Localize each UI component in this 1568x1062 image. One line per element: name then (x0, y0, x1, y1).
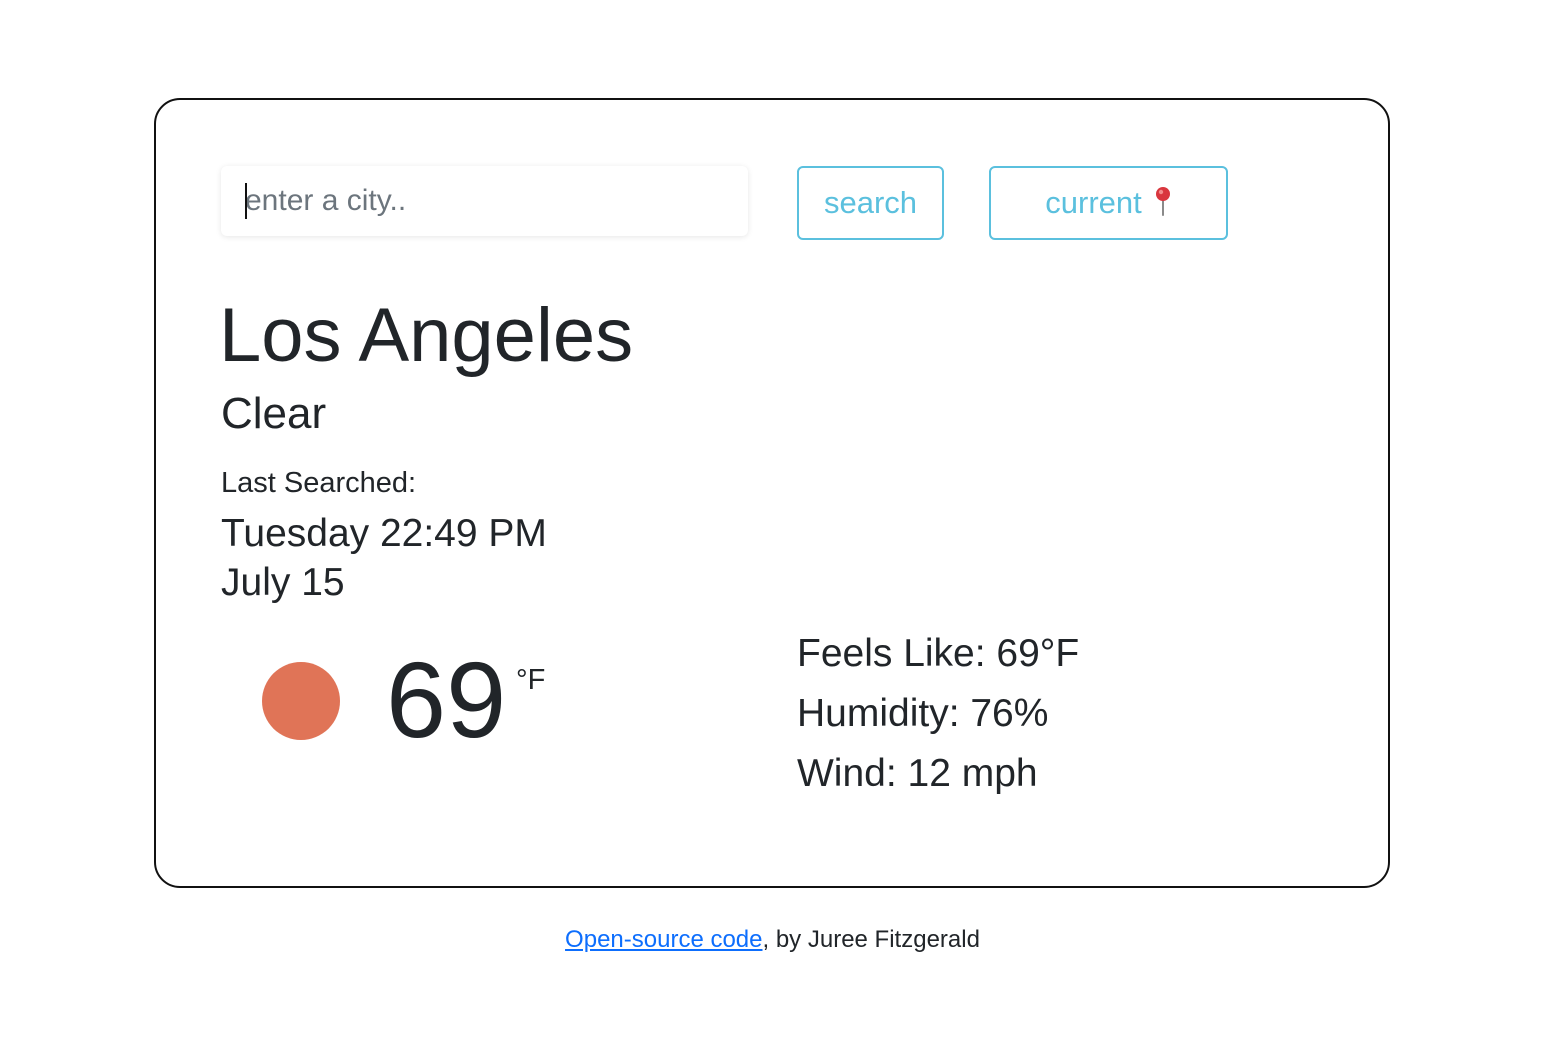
sun-icon (262, 662, 340, 740)
search-button[interactable]: search (797, 166, 944, 240)
current-location-button[interactable]: current (989, 166, 1228, 240)
open-source-code-link[interactable]: Open-source code (565, 926, 762, 953)
pushpin-icon (1154, 186, 1172, 216)
city-name: Los Angeles (219, 293, 634, 378)
wind: Wind: 12 mph (797, 752, 1038, 795)
feels-like: Feels Like: 69°F (797, 632, 1080, 675)
last-searched-date: July 15 (221, 561, 345, 604)
weather-description: Clear (221, 389, 327, 438)
city-search-input[interactable] (221, 166, 748, 236)
text-cursor (245, 183, 247, 219)
current-button-label: current (1045, 185, 1142, 220)
footer-author: , by Juree Fitzgerald (762, 926, 980, 953)
temperature-value: 69 (386, 639, 507, 760)
temperature-unit: °F (516, 664, 546, 696)
last-searched-time: Tuesday 22:49 PM (221, 512, 547, 555)
humidity: Humidity: 76% (797, 692, 1049, 735)
last-searched-label: Last Searched: (221, 467, 417, 499)
footer: Open-source code, by Juree Fitzgerald (0, 926, 1545, 954)
